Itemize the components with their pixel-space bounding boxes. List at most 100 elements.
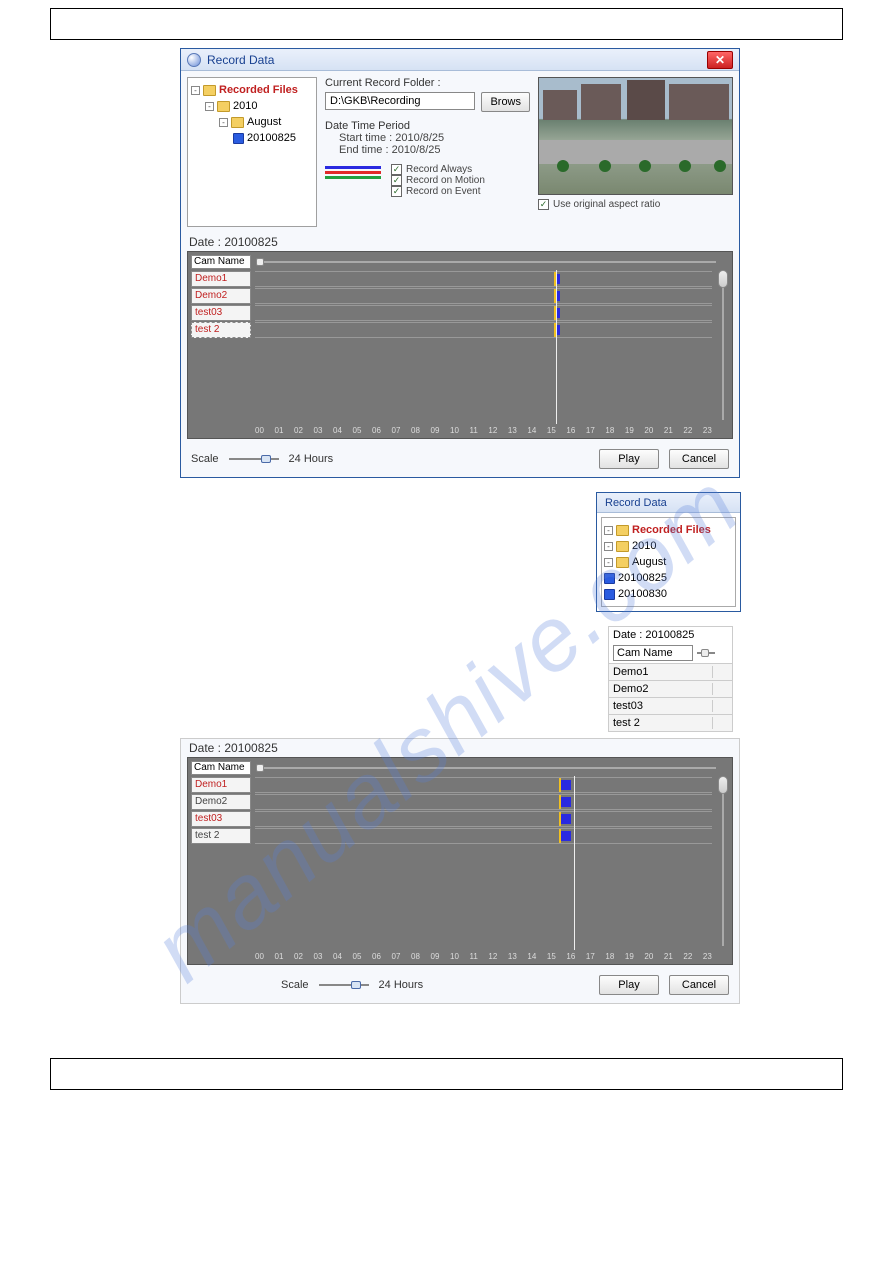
cam-strip[interactable] xyxy=(255,305,712,321)
cancel-button[interactable]: Cancel xyxy=(669,449,729,469)
cam-strip[interactable] xyxy=(255,777,712,793)
check-record-always[interactable]: ✓Record Always xyxy=(391,164,485,175)
cam-name: Demo1 xyxy=(613,666,712,678)
check-label: Record on Motion xyxy=(406,175,485,186)
record-data-window: Record Data ✕ -Recorded Files -2010 -Aug… xyxy=(180,48,740,478)
aspect-label: Use original aspect ratio xyxy=(553,199,660,210)
playhead[interactable] xyxy=(556,270,557,424)
time-axis: 0001020304050607080910111213141516171819… xyxy=(255,426,712,436)
cam-row[interactable]: test 2 xyxy=(191,322,251,338)
small-cam-row[interactable]: Demo1 xyxy=(609,663,732,680)
small-cam-row[interactable]: test 2 xyxy=(609,714,732,731)
folder-input[interactable]: D:\GKB\Recording xyxy=(325,92,475,110)
checkbox-icon[interactable]: ✓ xyxy=(391,164,402,175)
folder-panel: Current Record Folder : D:\GKB\Recording… xyxy=(325,77,530,227)
slider-icon[interactable] xyxy=(697,649,715,657)
playhead[interactable] xyxy=(574,776,575,950)
cam-row[interactable]: Demo1 xyxy=(191,777,251,793)
tree-day-selected[interactable]: 20100825 xyxy=(604,570,733,586)
clip-icon xyxy=(233,133,244,144)
collapse-icon[interactable]: - xyxy=(191,86,200,95)
checkbox-icon[interactable]: ✓ xyxy=(538,199,549,210)
cam-strip[interactable] xyxy=(255,794,712,810)
cam-strip[interactable] xyxy=(255,271,712,287)
tree-year[interactable]: - 2010 xyxy=(604,538,733,554)
cam-strip[interactable] xyxy=(255,828,712,844)
tree-year-label: 2010 xyxy=(233,98,257,114)
preview-image xyxy=(538,77,733,195)
small-cam-list-panel: Date : 20100825 Cam Name Demo1 Demo2 tes… xyxy=(608,626,733,732)
timeline-top-slider[interactable] xyxy=(256,258,716,266)
date-label: Date : 20100825 xyxy=(189,235,731,249)
small-cam-row[interactable]: Demo2 xyxy=(609,680,732,697)
cam-row[interactable]: test03 xyxy=(191,811,251,827)
collapse-icon[interactable]: - xyxy=(219,118,228,127)
tree-day[interactable]: 20100825 xyxy=(233,130,313,146)
time-axis: 0001020304050607080910111213141516171819… xyxy=(255,952,712,962)
cam-strip[interactable] xyxy=(255,322,712,338)
tree-year[interactable]: - 2010 xyxy=(205,98,313,114)
check-record-motion[interactable]: ✓ Record on Motion xyxy=(391,175,485,186)
tree-year-label: 2010 xyxy=(632,538,656,554)
vertical-scrollbar[interactable] xyxy=(718,270,728,420)
cam-strip[interactable] xyxy=(255,288,712,304)
checkbox-icon[interactable]: ✓ xyxy=(391,186,402,197)
tree-root[interactable]: -Recorded Files xyxy=(191,82,313,98)
cancel-button[interactable]: Cancel xyxy=(669,975,729,995)
collapse-icon[interactable]: - xyxy=(604,526,613,535)
tree-day[interactable]: 20100830 xyxy=(604,586,733,602)
cam-row[interactable]: test03 xyxy=(191,305,251,321)
hours-label: 24 Hours xyxy=(289,453,334,465)
vertical-scrollbar[interactable] xyxy=(718,776,728,946)
page-header-frame xyxy=(50,8,843,40)
folder-icon xyxy=(217,101,230,112)
clip-icon xyxy=(604,573,615,584)
scale-label: Scale xyxy=(281,979,309,991)
scale-label: Scale xyxy=(191,453,219,465)
check-record-event[interactable]: ✓Record on Event xyxy=(391,186,485,197)
small-cam-row[interactable]: test03 xyxy=(609,697,732,714)
tree-month-label: August xyxy=(632,554,666,570)
cam-row[interactable]: test 2 xyxy=(191,828,251,844)
timeline-area[interactable]: Cam Name Demo1 Demo2 test03 test 2 00010… xyxy=(187,251,733,439)
preview-panel: ✓ Use original aspect ratio xyxy=(538,77,733,227)
titlebar: Record Data ✕ xyxy=(181,49,739,71)
folder-icon xyxy=(616,525,629,536)
aspect-checkbox-row[interactable]: ✓ Use original aspect ratio xyxy=(538,199,733,210)
scale-slider[interactable] xyxy=(229,455,279,463)
collapse-icon[interactable]: - xyxy=(604,558,613,567)
tree-root-label: Recorded Files xyxy=(632,522,711,538)
folder-icon xyxy=(616,557,629,568)
close-button[interactable]: ✕ xyxy=(707,51,733,69)
cam-row[interactable]: Demo2 xyxy=(191,794,251,810)
cam-name-header: Cam Name xyxy=(191,255,251,269)
legend-line-always xyxy=(325,166,381,169)
cam-row[interactable]: Demo2 xyxy=(191,288,251,304)
play-button[interactable]: Play xyxy=(599,975,659,995)
folder-icon xyxy=(203,85,216,96)
checkbox-icon[interactable]: ✓ xyxy=(391,175,402,186)
small-titlebar: Record Data xyxy=(597,493,740,513)
cam-row[interactable]: Demo1 xyxy=(191,271,251,287)
bottom-bar: Scale 24 Hours Play Cancel xyxy=(181,971,739,1003)
collapse-icon[interactable]: - xyxy=(205,102,214,111)
date-time-period: Date Time Period Start time : 2010/8/25 … xyxy=(325,120,530,156)
tree-month-label: August xyxy=(247,114,281,130)
play-button[interactable]: Play xyxy=(599,449,659,469)
cam-name: test03 xyxy=(613,700,712,712)
timeline-top-slider[interactable] xyxy=(256,764,716,772)
folder-icon xyxy=(616,541,629,552)
lower-timeline-panel: Date : 20100825 Cam Name Demo1 Demo2 tes… xyxy=(180,738,740,1004)
browse-button[interactable]: Brows xyxy=(481,92,530,112)
tree-root[interactable]: - Recorded Files xyxy=(604,522,733,538)
cam-strip[interactable] xyxy=(255,811,712,827)
tree-month[interactable]: - August xyxy=(604,554,733,570)
dtp-title: Date Time Period xyxy=(325,120,530,132)
timeline-area[interactable]: Cam Name Demo1 Demo2 test03 test 2 00010… xyxy=(187,757,733,965)
file-tree: -Recorded Files -2010 -August 20100825 xyxy=(187,77,317,227)
legend-lines xyxy=(325,166,381,179)
collapse-icon[interactable]: - xyxy=(604,542,613,551)
tree-month[interactable]: - August xyxy=(219,114,313,130)
folder-label: Current Record Folder : xyxy=(325,77,530,89)
scale-slider[interactable] xyxy=(319,981,369,989)
